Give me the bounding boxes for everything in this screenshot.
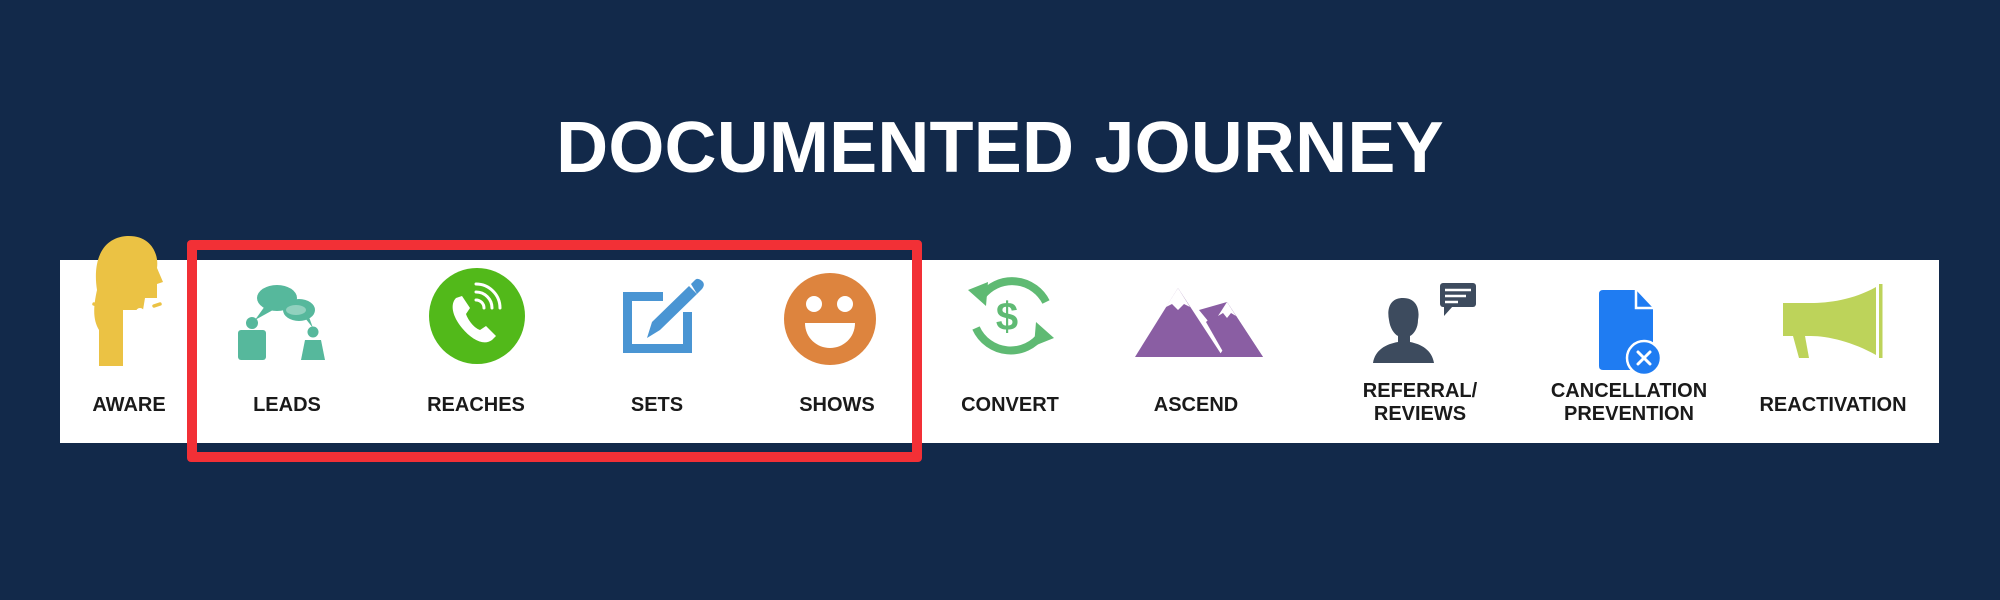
stage-label-line: PREVENTION xyxy=(1563,403,1695,425)
page-title: DOCUMENTED JOURNEY xyxy=(556,108,1444,188)
dollar-exchange-icon: $ xyxy=(968,277,1054,355)
highlight-box xyxy=(187,240,922,462)
mountains-icon xyxy=(1135,288,1263,357)
person-comment-icon xyxy=(1373,283,1476,363)
stage-label-line: REVIEWS xyxy=(1373,403,1467,425)
stage-label: REACTIVATION xyxy=(1759,394,1907,416)
document-cancel-icon xyxy=(1599,290,1663,377)
head-idea-icon xyxy=(92,235,163,366)
stage-label-line: REFERRAL/ xyxy=(1362,380,1478,402)
stage-label: REFERRAL/ REVIEWS xyxy=(1320,380,1520,426)
megaphone-icon xyxy=(1783,284,1883,358)
stage-label: CANCELLATION PREVENTION xyxy=(1529,380,1729,426)
stage-label: CONVERT xyxy=(961,394,1059,416)
stage-label: ASCEND xyxy=(1153,394,1239,416)
stage-label-line: CANCELLATION xyxy=(1550,380,1708,402)
svg-text:$: $ xyxy=(996,295,1018,339)
